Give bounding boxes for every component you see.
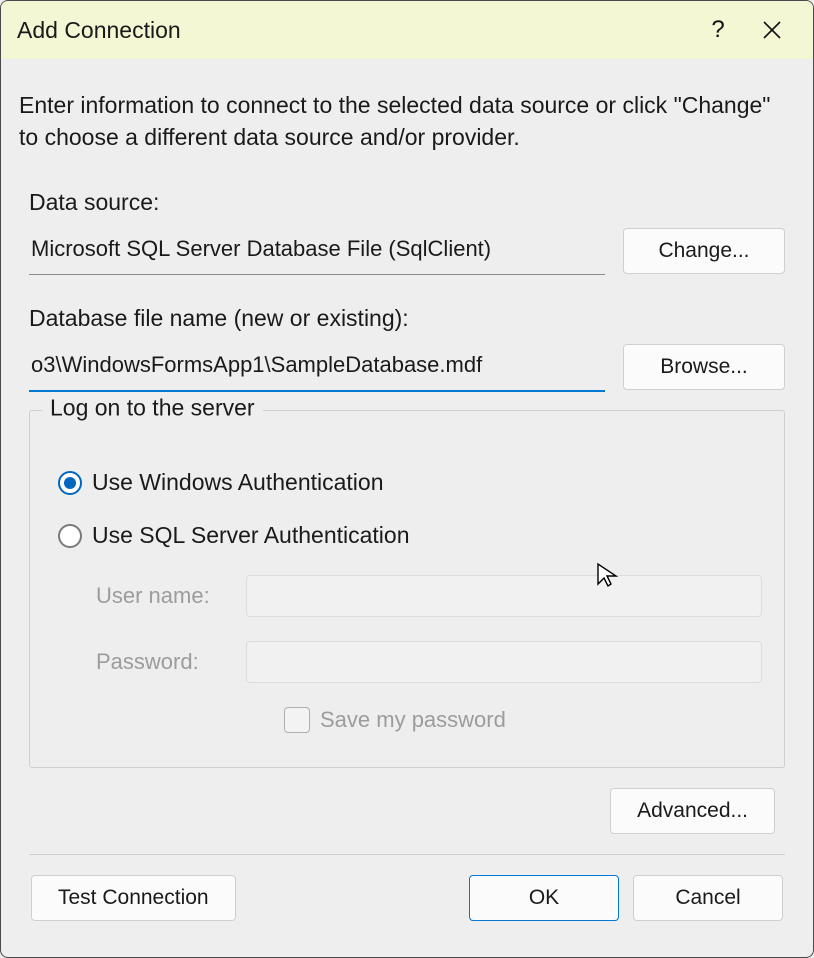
test-connection-button[interactable]: Test Connection bbox=[31, 875, 236, 921]
filename-field[interactable] bbox=[29, 342, 605, 392]
sql-auth-label: Use SQL Server Authentication bbox=[92, 522, 410, 549]
help-icon: ? bbox=[711, 16, 724, 44]
windows-auth-row[interactable]: Use Windows Authentication bbox=[58, 469, 762, 496]
dialog-title: Add Connection bbox=[17, 17, 691, 44]
data-source-field bbox=[29, 226, 605, 275]
save-password-row: Save my password bbox=[284, 707, 762, 733]
windows-auth-label: Use Windows Authentication bbox=[92, 469, 384, 496]
advanced-button[interactable]: Advanced... bbox=[610, 788, 775, 834]
footer: Test Connection OK Cancel bbox=[19, 855, 795, 941]
help-button[interactable]: ? bbox=[691, 6, 745, 54]
change-button[interactable]: Change... bbox=[623, 228, 785, 274]
password-label: Password: bbox=[96, 649, 246, 675]
add-connection-dialog: Add Connection ? Enter information to co… bbox=[0, 0, 814, 958]
password-field bbox=[246, 641, 762, 683]
cancel-button[interactable]: Cancel bbox=[633, 875, 783, 921]
radio-on-icon bbox=[58, 471, 82, 495]
checkbox-off-icon bbox=[284, 707, 310, 733]
save-password-label: Save my password bbox=[320, 707, 506, 733]
username-label: User name: bbox=[96, 583, 246, 609]
close-icon bbox=[763, 21, 781, 39]
sql-auth-row[interactable]: Use SQL Server Authentication bbox=[58, 522, 762, 549]
auth-group: Log on to the server Use Windows Authent… bbox=[29, 410, 785, 768]
intro-text: Enter information to connect to the sele… bbox=[19, 89, 791, 153]
ok-button[interactable]: OK bbox=[469, 875, 619, 921]
close-button[interactable] bbox=[745, 6, 799, 54]
username-field bbox=[246, 575, 762, 617]
radio-off-icon bbox=[58, 524, 82, 548]
data-source-label: Data source: bbox=[29, 189, 785, 216]
filename-label: Database file name (new or existing): bbox=[29, 305, 785, 332]
auth-group-title: Log on to the server bbox=[42, 397, 263, 420]
titlebar: Add Connection ? bbox=[1, 1, 813, 59]
browse-button[interactable]: Browse... bbox=[623, 344, 785, 390]
